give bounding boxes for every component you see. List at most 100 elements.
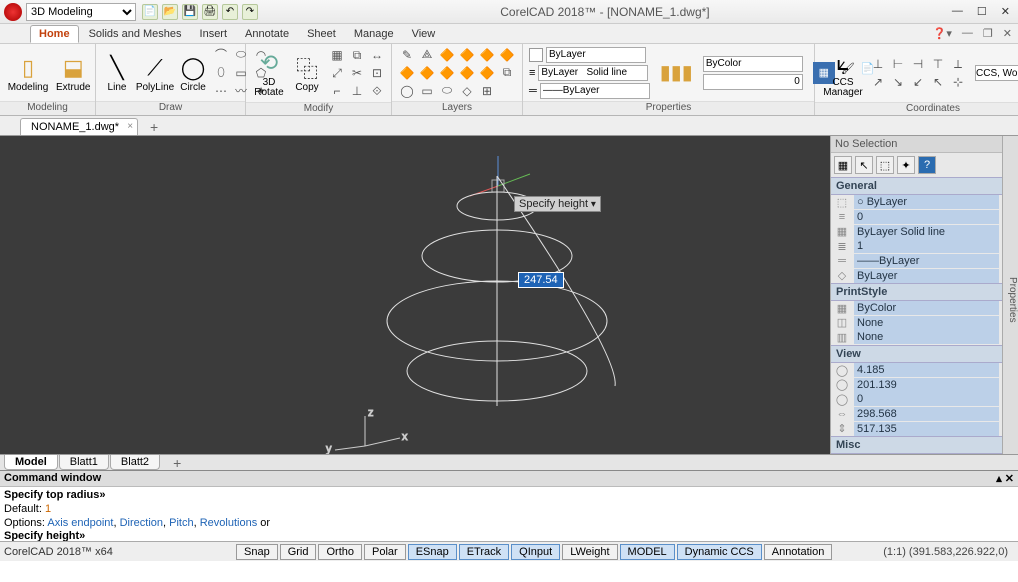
status-model[interactable]: MODEL <box>620 544 675 560</box>
status-annotation[interactable]: Annotation <box>764 544 833 560</box>
status-polar[interactable]: Polar <box>364 544 406 560</box>
tab-view[interactable]: View <box>404 26 444 42</box>
ribbon-tabs: Home Solids and Meshes Insert Annotate S… <box>0 24 1018 44</box>
prop-print-color[interactable]: ByColor <box>854 301 999 315</box>
prop-value-input[interactable] <box>703 74 803 90</box>
status-lweight[interactable]: LWeight <box>562 544 617 560</box>
status-snap[interactable]: Snap <box>236 544 278 560</box>
circle-button[interactable]: ◯Circle <box>178 51 208 95</box>
line-button[interactable]: ╲Line <box>102 51 132 95</box>
tab-annotate[interactable]: Annotate <box>237 26 297 42</box>
document-tab[interactable]: NONAME_1.dwg*× <box>20 118 138 135</box>
document-tabs: NONAME_1.dwg*× + <box>0 116 1018 136</box>
prop-view-x[interactable]: 4.185 <box>854 363 999 377</box>
minimize-button[interactable]: — <box>952 5 963 18</box>
rotate3d-button[interactable]: ⟲3D Rotate <box>252 46 286 100</box>
quick-access-toolbar: 📄 📂 💾 🖨 ↶ ↷ <box>142 4 258 20</box>
section-printstyle[interactable]: PrintStyle <box>831 283 1002 301</box>
modeling-button[interactable]: ▯Modeling <box>6 51 50 95</box>
status-bar: CorelCAD 2018™ x64 Snap Grid Ortho Polar… <box>0 541 1018 561</box>
layers-stack-icon[interactable]: ▮▮▮ <box>660 60 693 85</box>
prop-scale[interactable]: 1 <box>854 239 999 253</box>
print-icon[interactable]: 🖨 <box>202 4 218 20</box>
redo-icon[interactable]: ↷ <box>242 4 258 20</box>
props-tool-1-icon[interactable]: ▦ <box>834 156 852 174</box>
undo-icon[interactable]: ↶ <box>222 4 238 20</box>
status-app-name: CorelCAD 2018™ x64 <box>4 546 234 558</box>
polyline-button[interactable]: ⟋PolyLine <box>136 51 174 95</box>
prop-linetype[interactable]: ByLayer Solid line <box>854 225 999 239</box>
sheet-tab-blatt2[interactable]: Blatt2 <box>110 455 160 470</box>
ccs-small-buttons[interactable]: ⊥⊢⊣⊤⟂ ↗↘↙↖⊹ <box>869 56 967 90</box>
doc-restore-icon[interactable]: ❐ <box>983 27 993 40</box>
lineweight-input[interactable] <box>540 83 650 99</box>
open-icon[interactable]: 📂 <box>162 4 178 20</box>
viewport[interactable]: z x y Specify height ▾ 247.54 <box>0 136 830 454</box>
props-tool-3-icon[interactable]: ⬚ <box>876 156 894 174</box>
tab-solids[interactable]: Solids and Meshes <box>81 26 190 42</box>
close-button[interactable]: ✕ <box>1001 5 1010 18</box>
section-general[interactable]: General <box>831 177 1002 195</box>
cmdwin-title: Command window <box>4 472 101 485</box>
color-input[interactable] <box>546 47 646 63</box>
doc-close-icon[interactable]: ✕ <box>1003 27 1012 40</box>
section-view[interactable]: View <box>831 345 1002 363</box>
prop-view-z[interactable]: 0 <box>854 392 999 406</box>
props-toolbar: ▦ ↖ ⬚ ✦ ? <box>831 153 1002 177</box>
layers-icons[interactable]: ✎⟁🔶🔶🔶🔶 🔶🔶🔶🔶🔶⧉ ◯▭⬭◇⊞ <box>398 47 516 99</box>
status-etrack[interactable]: ETrack <box>459 544 509 560</box>
svg-text:z: z <box>368 407 374 419</box>
tab-home[interactable]: Home <box>30 25 79 43</box>
titlebar: 3D Modeling 📄 📂 💾 🖨 ↶ ↷ CorelCAD 2018™ -… <box>0 0 1018 24</box>
new-tab-button[interactable]: + <box>144 119 164 135</box>
prop-color[interactable]: ○ ByLayer <box>854 195 999 209</box>
help-icon[interactable]: ❓▾ <box>933 27 952 40</box>
add-sheet-button[interactable]: + <box>167 455 187 471</box>
maximize-button[interactable]: ☐ <box>977 5 987 18</box>
ccs-manager-button[interactable]: ⟀CCS Manager <box>821 46 865 100</box>
bycolor-input[interactable] <box>703 56 803 72</box>
status-dynccs[interactable]: Dynamic CCS <box>677 544 762 560</box>
prop-view-h[interactable]: 517.135 <box>854 422 999 436</box>
status-grid[interactable]: Grid <box>280 544 317 560</box>
command-output[interactable]: Specify top radius» Default: 1 Options: … <box>0 487 1018 541</box>
prop-view-w[interactable]: 298.568 <box>854 407 999 421</box>
status-ortho[interactable]: Ortho <box>318 544 362 560</box>
sheet-tab-blatt1[interactable]: Blatt1 <box>59 455 109 470</box>
prop-print-table[interactable]: None <box>854 330 999 344</box>
props-tool-2-icon[interactable]: ↖ <box>855 156 873 174</box>
modify-small-buttons[interactable]: ▦⧉↔⤢✂⊡⌐⊥⟐ <box>328 47 386 99</box>
workspace-select[interactable]: 3D Modeling <box>26 3 136 21</box>
prop-view-y[interactable]: 201.139 <box>854 378 999 392</box>
window-title: CorelCAD 2018™ - [NONAME_1.dwg*] <box>258 5 952 19</box>
status-qinput[interactable]: QInput <box>511 544 560 560</box>
prop-lineweight[interactable]: ——ByLayer <box>854 254 999 268</box>
prop-layer[interactable]: 0 <box>854 210 999 224</box>
doc-minimize-icon[interactable]: — <box>962 27 973 40</box>
extrude-button[interactable]: ⬓Extrude <box>54 51 92 95</box>
close-tab-icon[interactable]: × <box>127 121 133 132</box>
tab-sheet[interactable]: Sheet <box>299 26 344 42</box>
save-icon[interactable]: 💾 <box>182 4 198 20</box>
linetype-input[interactable] <box>538 65 648 81</box>
sheet-tabs: Model Blatt1 Blatt2 + <box>0 454 1018 470</box>
prop-transparency[interactable]: ByLayer <box>854 269 999 283</box>
value-input-box[interactable]: 247.54 <box>518 272 564 288</box>
copy-button[interactable]: ⿻Copy <box>290 51 324 95</box>
ccs-world-input[interactable] <box>975 65 1018 81</box>
tab-insert[interactable]: Insert <box>192 26 236 42</box>
prop-print-style[interactable]: None <box>854 316 999 330</box>
lineweight-icon: ═ <box>529 85 537 97</box>
new-icon[interactable]: 📄 <box>142 4 158 20</box>
cmdwin-close-icon[interactable]: ▴ ✕ <box>996 472 1014 485</box>
properties-sidebar-tab[interactable]: Properties <box>1002 136 1018 454</box>
props-help-icon[interactable]: ? <box>918 156 936 174</box>
properties-panel: No Selection ▦ ↖ ⬚ ✦ ? General ⬚○ ByLaye… <box>830 136 1002 454</box>
tab-manage[interactable]: Manage <box>346 26 402 42</box>
props-tool-4-icon[interactable]: ✦ <box>897 156 915 174</box>
color-swatch-icon[interactable] <box>529 48 543 62</box>
sheet-tab-model[interactable]: Model <box>4 455 58 470</box>
status-esnap[interactable]: ESnap <box>408 544 457 560</box>
section-misc[interactable]: Misc <box>831 436 1002 454</box>
status-coords: (1:1) (391.583,226.922,0) <box>883 546 1014 558</box>
